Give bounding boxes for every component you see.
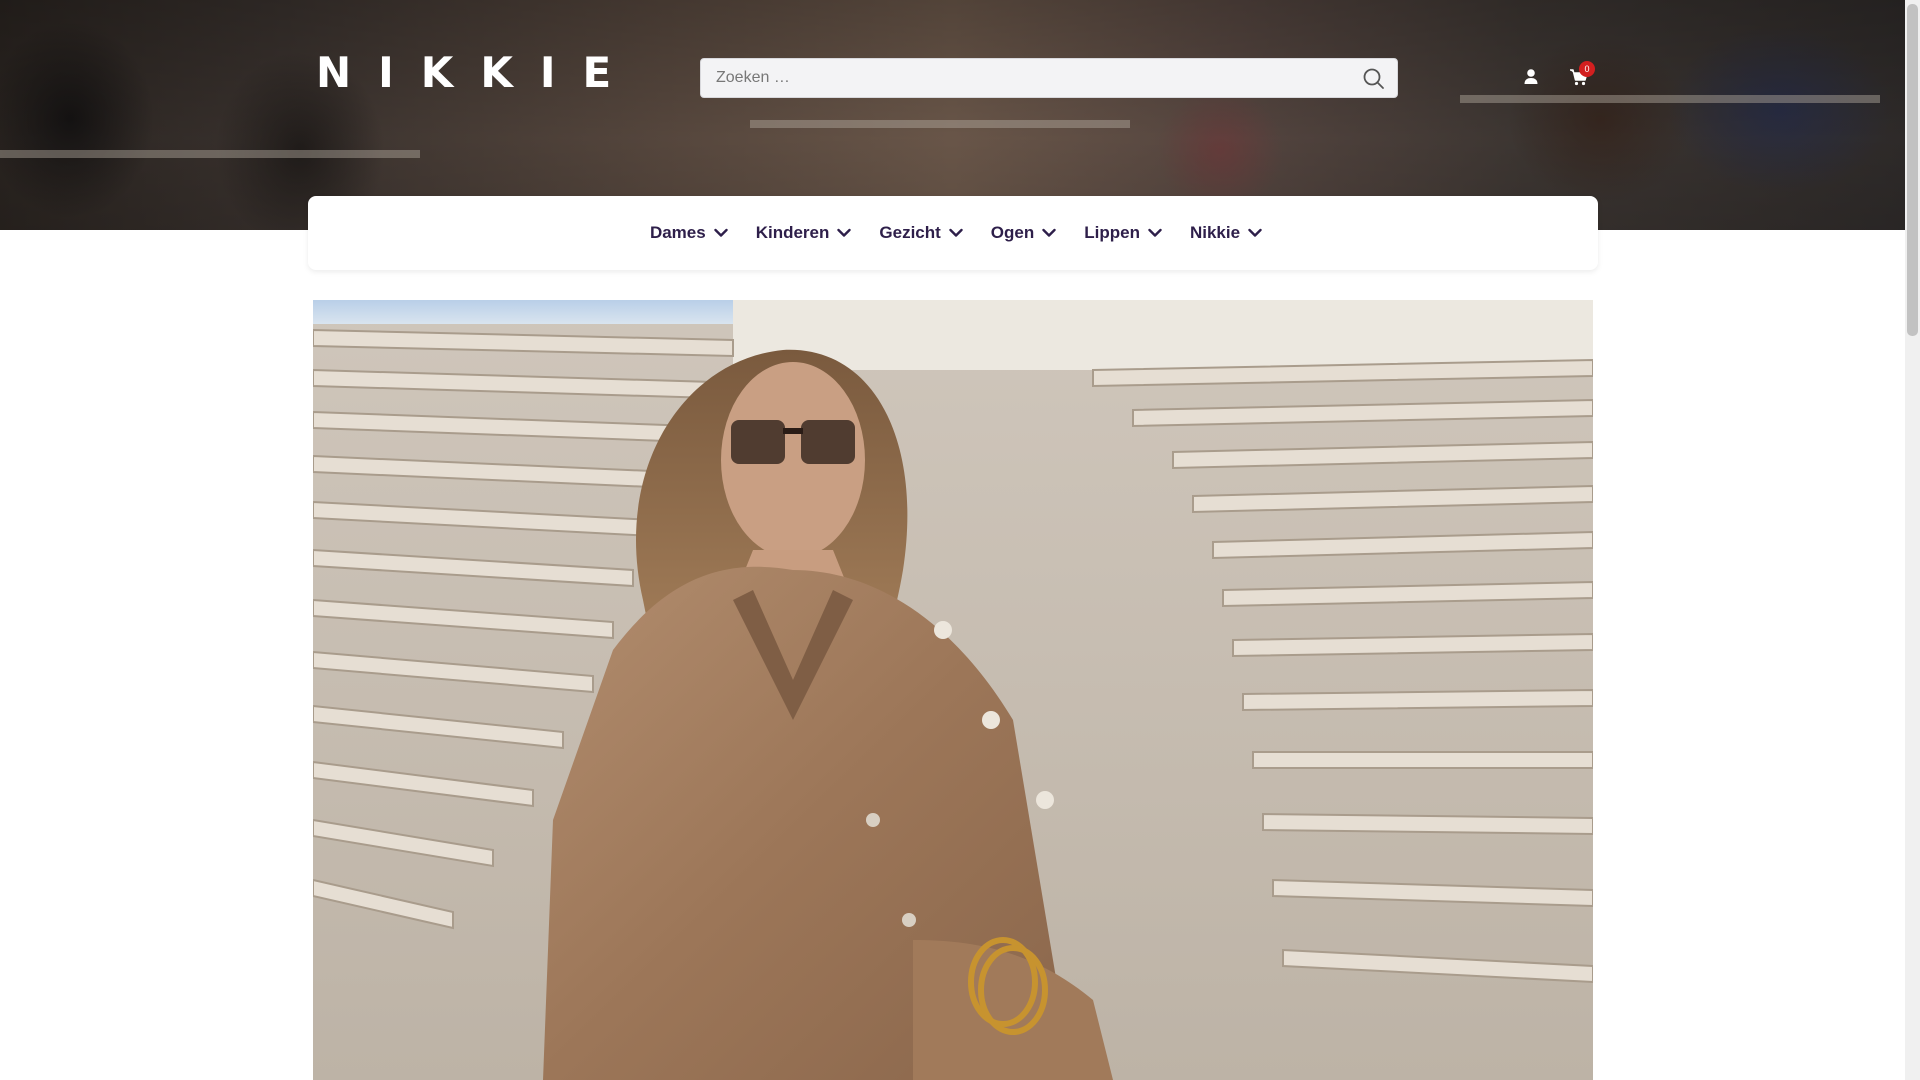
chevron-down-icon — [1042, 228, 1056, 237]
chevron-down-icon — [714, 228, 728, 237]
shelf-decoration — [1460, 95, 1880, 103]
nav-item-label: Dames — [649, 223, 706, 242]
scrollbar-thumb[interactable] — [1907, 4, 1918, 336]
shelf-decoration — [0, 150, 420, 158]
nav-item-ogen[interactable]: Ogen — [977, 223, 1070, 243]
chevron-down-icon — [949, 228, 963, 237]
nav-item-kinderen[interactable]: Kinderen — [742, 223, 866, 243]
nav-item-label: Gezicht — [879, 223, 941, 242]
main-navigation: Dames Kinderen Gezicht Ogen Lippen Nikki… — [308, 196, 1598, 270]
nav-item-label: Nikkie — [1189, 223, 1241, 242]
cart-count-badge: 0 — [1579, 61, 1595, 77]
nav-item-nikkie[interactable]: Nikkie — [1176, 223, 1276, 243]
hero-banner-image[interactable] — [313, 300, 1593, 1080]
site-logo[interactable]: NIKKIE — [316, 52, 638, 94]
search-input[interactable] — [701, 59, 1341, 97]
nav-item-label: Kinderen — [755, 223, 830, 242]
hero-illustration — [313, 300, 1593, 1080]
search-button[interactable] — [1361, 66, 1387, 92]
shelf-decoration — [750, 120, 1130, 128]
nav-item-lippen[interactable]: Lippen — [1070, 223, 1176, 243]
page: NIKKIE 0 Dames — [0, 0, 1920, 1080]
search-icon — [1363, 68, 1384, 89]
nav-list: Dames Kinderen Gezicht Ogen Lippen Nikki… — [308, 196, 1598, 270]
nav-item-label: Ogen — [990, 223, 1035, 242]
nav-item-gezicht[interactable]: Gezicht — [865, 223, 976, 243]
nav-item-dames[interactable]: Dames — [636, 223, 742, 243]
nav-item-label: Lippen — [1084, 223, 1140, 242]
chevron-down-icon — [1248, 228, 1262, 237]
chevron-down-icon — [1148, 228, 1162, 237]
user-icon — [1524, 69, 1538, 84]
chevron-down-icon — [837, 228, 852, 237]
account-button[interactable] — [1520, 66, 1542, 88]
search-bar — [700, 58, 1398, 98]
